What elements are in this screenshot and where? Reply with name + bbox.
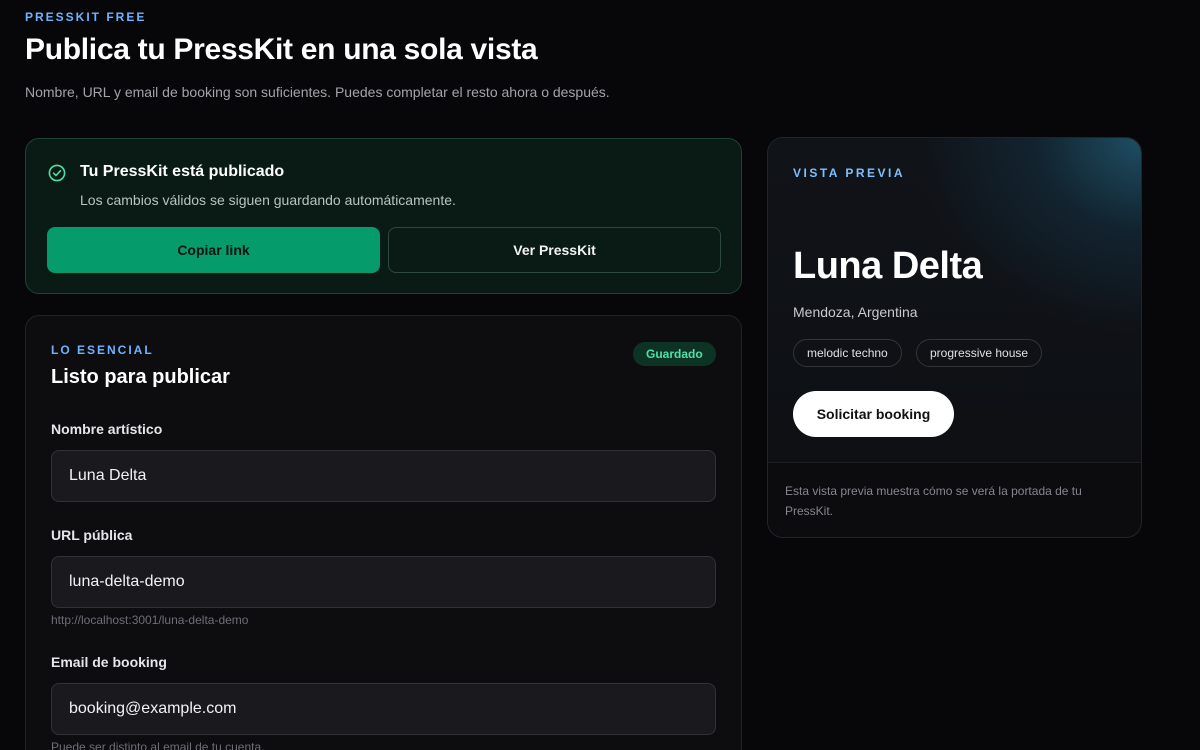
- genre-tag: progressive house: [916, 339, 1043, 367]
- page-subtitle: Nombre, URL y email de booking son sufic…: [25, 84, 610, 100]
- request-booking-button[interactable]: Solicitar booking: [793, 391, 954, 437]
- preview-artist-name: Luna Delta: [793, 245, 983, 287]
- copy-link-button[interactable]: Copiar link: [47, 227, 380, 273]
- booking-email-label: Email de booking: [51, 654, 167, 670]
- preview-location: Mendoza, Argentina: [793, 304, 918, 320]
- genre-tag: melodic techno: [793, 339, 902, 367]
- saved-status-badge: Guardado: [633, 342, 716, 366]
- essentials-title: Listo para publicar: [51, 366, 230, 388]
- essentials-form-card: LO ESENCIAL Listo para publicar Guardado…: [25, 315, 742, 750]
- preview-eyebrow: VISTA PREVIA: [793, 166, 906, 180]
- booking-email-hint: Puede ser distinto al email de tu cuenta…: [51, 740, 265, 750]
- preview-hero: VISTA PREVIA Luna Delta Mendoza, Argenti…: [768, 138, 1141, 463]
- essentials-eyebrow: LO ESENCIAL: [51, 343, 154, 357]
- published-description: Los cambios válidos se siguen guardando …: [80, 192, 456, 208]
- page-eyebrow: PRESSKIT FREE: [25, 10, 147, 24]
- booking-email-input[interactable]: [51, 683, 716, 735]
- preview-footer-note: Esta vista previa muestra cómo se verá l…: [785, 484, 1082, 518]
- public-url-input[interactable]: [51, 556, 716, 608]
- public-url-label: URL pública: [51, 527, 133, 543]
- view-presskit-button[interactable]: Ver PressKit: [388, 227, 721, 273]
- page: PRESSKIT FREE Publica tu PressKit en una…: [0, 0, 1200, 750]
- page-title: Publica tu PressKit en una sola vista: [25, 33, 538, 66]
- presskit-preview-card: VISTA PREVIA Luna Delta Mendoza, Argenti…: [767, 137, 1142, 538]
- artist-name-label: Nombre artístico: [51, 421, 163, 437]
- artist-name-input[interactable]: [51, 450, 716, 502]
- check-circle-icon: [48, 164, 66, 182]
- public-url-hint: http://localhost:3001/luna-delta-demo: [51, 613, 249, 627]
- published-status-card: Tu PressKit está publicado Los cambios v…: [25, 138, 742, 294]
- published-title: Tu PressKit está publicado: [80, 163, 285, 180]
